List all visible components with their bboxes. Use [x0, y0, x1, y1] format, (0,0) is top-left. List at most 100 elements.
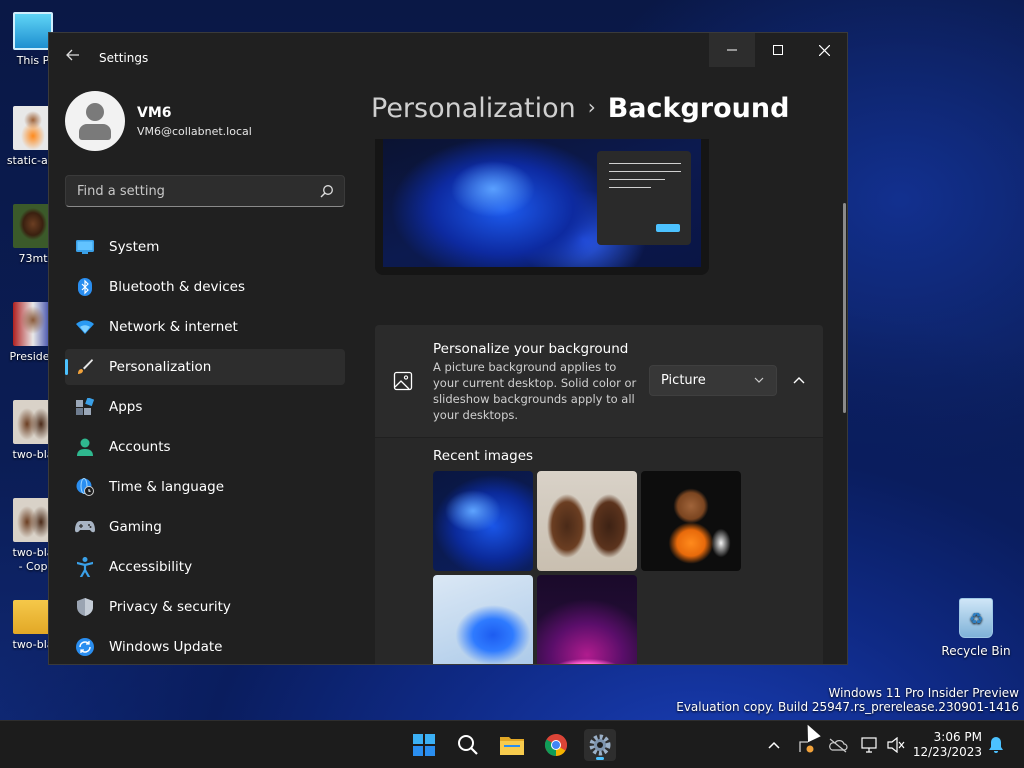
recent-image-thumbnail[interactable] — [537, 471, 637, 571]
sidebar-item-time-language[interactable]: Time & language — [65, 469, 345, 505]
sidebar-item-label: System — [109, 239, 160, 255]
close-button[interactable] — [801, 33, 847, 67]
sidebar-item-label: Time & language — [109, 479, 225, 495]
taskbar: 3:06 PM 12/23/2023 — [0, 720, 1024, 768]
volume-muted-icon[interactable] — [886, 735, 906, 755]
breadcrumb-separator: › — [587, 95, 596, 119]
watermark-build: Evaluation copy. Build 25947.rs_prerelea… — [676, 700, 1019, 714]
recent-image-thumbnail[interactable] — [641, 471, 741, 571]
sidebar-item-accounts[interactable]: Accounts — [65, 429, 345, 465]
shield-icon — [75, 597, 95, 617]
user-name: VM6 — [137, 105, 172, 121]
file-explorer-button[interactable] — [496, 729, 528, 761]
dropdown-selected-value: Picture — [661, 373, 706, 388]
zip-folder-icon — [13, 600, 53, 634]
settings-taskbar-button[interactable] — [584, 729, 616, 761]
sidebar-item-label: Bluetooth & devices — [109, 279, 246, 295]
sidebar-item-privacy[interactable]: Privacy & security — [65, 589, 345, 625]
sidebar-item-system[interactable]: System — [65, 229, 345, 265]
sidebar-item-windows-update[interactable]: Windows Update — [65, 629, 345, 664]
sidebar-item-label: Windows Update — [109, 639, 223, 655]
background-card-description: A picture background applies to your cur… — [433, 360, 637, 422]
image-file-icon — [13, 400, 53, 444]
clock-time: 3:06 PM — [933, 730, 982, 744]
settings-window: Settings VM6 VM6@collabnet.local Find a … — [48, 32, 848, 665]
back-arrow-icon[interactable] — [63, 47, 83, 67]
chrome-icon — [545, 734, 567, 756]
search-input[interactable] — [66, 176, 306, 206]
page-title: Background — [607, 93, 790, 124]
sidebar-item-label: Network & internet — [109, 319, 238, 335]
sidebar-item-label: Apps — [109, 399, 143, 415]
accessibility-icon — [75, 557, 95, 577]
evaluation-watermark: Windows 11 Pro Insider Preview Evaluatio… — [676, 686, 1019, 714]
sidebar-item-apps[interactable]: Apps — [65, 389, 345, 425]
minimize-button[interactable] — [709, 33, 755, 67]
monitor-icon — [13, 12, 53, 50]
network-icon[interactable] — [860, 735, 880, 755]
main-content: Personalization › Background Personalize y… — [371, 81, 835, 664]
settings-cards: Personalize your background A picture ba… — [375, 325, 823, 664]
sidebar-item-label: Privacy & security — [109, 599, 231, 615]
sidebar-item-label: Personalization — [109, 359, 212, 375]
breadcrumb: Personalization › Background — [371, 93, 789, 124]
image-file-icon — [13, 204, 53, 248]
windows-logo-icon — [413, 734, 435, 756]
avatar-body — [79, 124, 111, 140]
image-file-icon — [13, 302, 53, 346]
brush-icon — [75, 357, 95, 377]
recent-images-title: Recent images — [433, 448, 534, 464]
start-button[interactable] — [408, 729, 440, 761]
preview-window-mock — [597, 151, 691, 245]
recent-image-thumbnail[interactable] — [537, 575, 637, 664]
search-taskbar-button[interactable] — [452, 729, 484, 761]
system-icon — [75, 237, 95, 257]
user-email: VM6@collabnet.local — [137, 125, 252, 138]
content-scrollbar[interactable] — [843, 203, 846, 413]
personalize-background-card[interactable]: Personalize your background A picture ba… — [375, 325, 823, 437]
desktop-icon-recycle-bin[interactable]: Recycle Bin — [938, 598, 1014, 658]
apps-icon — [75, 397, 95, 417]
sidebar-item-label: Accounts — [109, 439, 171, 455]
chrome-button[interactable] — [540, 729, 572, 761]
wifi-icon — [75, 317, 95, 337]
avatar-head — [86, 103, 104, 121]
app-title: Settings — [99, 51, 149, 65]
sidebar-item-accessibility[interactable]: Accessibility — [65, 549, 345, 585]
sidebar-item-label: Gaming — [109, 519, 162, 535]
window-controls — [709, 33, 847, 67]
chevron-down-icon — [754, 366, 764, 395]
watermark-edition: Windows 11 Pro Insider Preview — [828, 686, 1019, 700]
background-card-title: Personalize your background — [433, 341, 629, 357]
onedrive-offline-icon[interactable] — [828, 735, 848, 755]
recent-image-thumbnail[interactable] — [433, 471, 533, 571]
background-type-dropdown[interactable]: Picture — [649, 365, 777, 396]
sidebar-item-gaming[interactable]: Gaming — [65, 509, 345, 545]
search-icon[interactable] — [320, 183, 334, 198]
sidebar-item-personalization[interactable]: Personalization — [65, 349, 345, 385]
title-bar: Settings — [49, 33, 847, 81]
recent-images-panel: Recent images — [375, 438, 823, 664]
image-file-icon — [13, 106, 53, 150]
breadcrumb-parent[interactable]: Personalization — [371, 93, 576, 124]
gamepad-icon — [75, 517, 95, 537]
clock-date: 12/23/2023 — [912, 745, 982, 759]
tray-overflow-chevron-up-icon[interactable] — [764, 735, 784, 755]
globe-clock-icon — [75, 477, 95, 497]
picture-icon — [393, 371, 413, 391]
sidebar-item-bluetooth[interactable]: Bluetooth & devices — [65, 269, 345, 305]
desktop-preview — [375, 139, 709, 275]
sidebar-item-network[interactable]: Network & internet — [65, 309, 345, 345]
preview-accent-button — [656, 224, 680, 232]
search-box — [65, 175, 345, 207]
system-clock[interactable]: 3:06 PM 12/23/2023 — [912, 730, 982, 760]
notification-bell-icon[interactable] — [986, 735, 1006, 755]
recent-image-thumbnail[interactable] — [433, 575, 533, 664]
collapse-button[interactable] — [787, 365, 811, 396]
bluetooth-icon — [75, 277, 95, 297]
folder-icon — [500, 737, 524, 755]
sidebar-item-label: Accessibility — [109, 559, 193, 575]
sidebar-nav: System Bluetooth & devices Network & int… — [65, 229, 345, 664]
gear-icon — [589, 734, 611, 756]
maximize-button[interactable] — [755, 33, 801, 67]
